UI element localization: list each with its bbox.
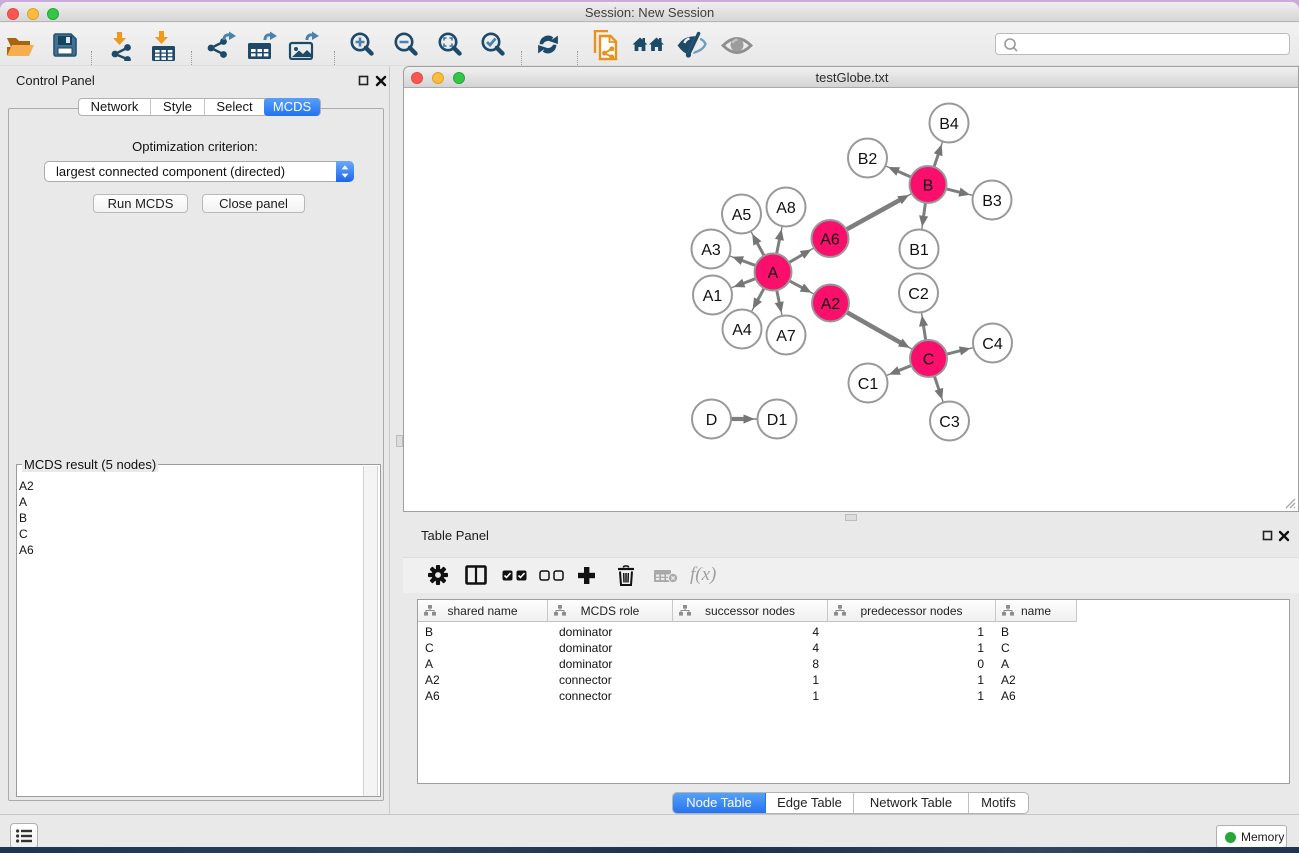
svg-text:D1: D1 bbox=[767, 412, 788, 429]
svg-text:C2: C2 bbox=[908, 286, 929, 303]
svg-text:C1: C1 bbox=[858, 376, 879, 393]
svg-text:C: C bbox=[923, 352, 935, 369]
svg-text:C4: C4 bbox=[982, 336, 1003, 353]
svg-text:A: A bbox=[768, 265, 779, 282]
svg-text:B2: B2 bbox=[858, 151, 878, 168]
svg-text:A2: A2 bbox=[821, 296, 841, 313]
svg-text:B: B bbox=[923, 178, 934, 195]
svg-text:A1: A1 bbox=[703, 288, 723, 305]
svg-text:A5: A5 bbox=[732, 207, 752, 224]
svg-text:B1: B1 bbox=[909, 242, 929, 259]
svg-text:D: D bbox=[706, 412, 718, 429]
svg-text:A4: A4 bbox=[732, 322, 752, 339]
svg-text:B3: B3 bbox=[982, 193, 1002, 210]
svg-text:A8: A8 bbox=[776, 200, 796, 217]
svg-text:C3: C3 bbox=[939, 414, 960, 431]
svg-text:B4: B4 bbox=[939, 116, 959, 133]
svg-text:A7: A7 bbox=[776, 328, 796, 345]
svg-text:A3: A3 bbox=[701, 242, 721, 259]
svg-text:A6: A6 bbox=[820, 232, 840, 249]
